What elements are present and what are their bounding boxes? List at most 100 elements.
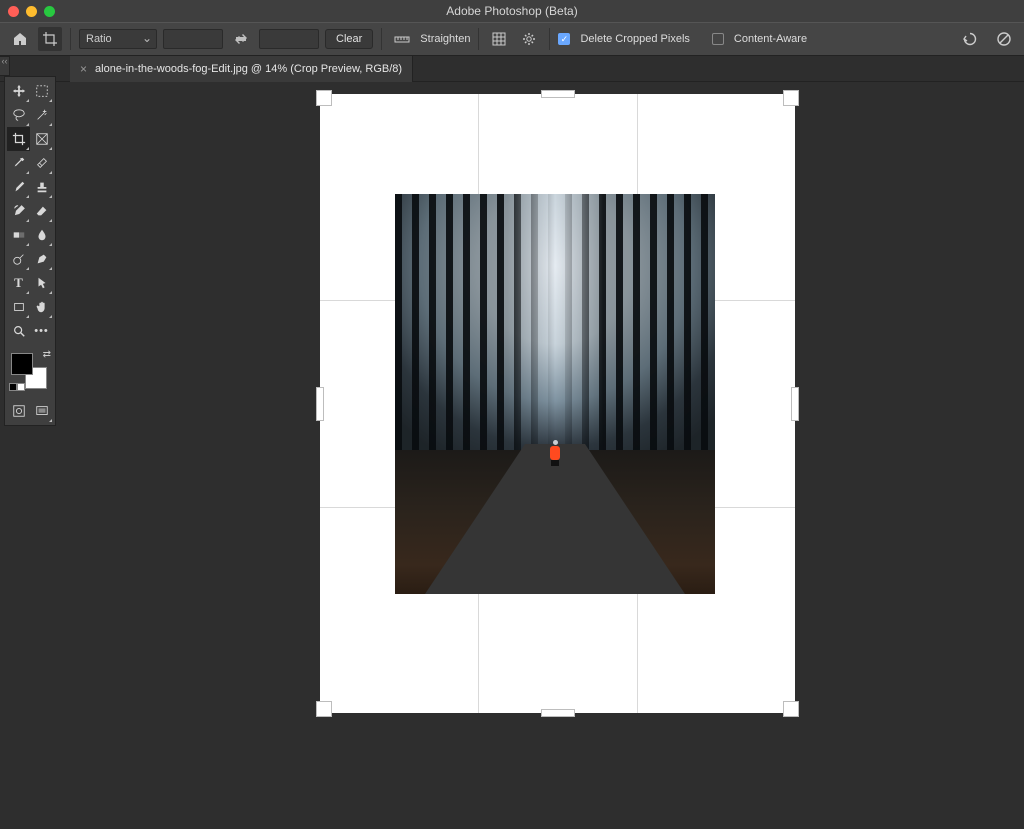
crop-handle-left[interactable] [316,387,324,421]
move-tool[interactable] [7,79,30,103]
cancel-icon [996,31,1012,47]
photo-road [425,444,685,594]
type-icon: T [14,275,23,291]
rectangle-icon [12,300,26,314]
minimize-window-button[interactable] [26,6,37,17]
drop-icon [35,228,49,242]
reset-crop-button[interactable] [958,27,982,51]
lasso-tool[interactable] [7,103,30,127]
ratio-preset-label: Ratio [86,33,112,45]
crop-handle-top-left[interactable] [316,90,332,106]
crop-handle-top-right[interactable] [783,90,799,106]
blur-tool[interactable] [30,223,53,247]
content-aware-label: Content-Aware [734,33,807,45]
healing-tool[interactable] [30,151,53,175]
collapsed-panel-toggle[interactable]: ‹‹ [0,56,10,76]
move-icon [12,84,26,98]
home-icon [12,31,28,47]
content-aware-checkbox[interactable] [712,33,724,45]
swap-dimensions-button[interactable] [229,27,253,51]
document-tab[interactable]: × alone-in-the-woods-fog-Edit.jpg @ 14% … [70,56,413,82]
document-image [395,194,715,594]
zoom-window-button[interactable] [44,6,55,17]
document-tab-label: alone-in-the-woods-fog-Edit.jpg @ 14% (C… [95,63,402,75]
crop-handle-bottom-right[interactable] [783,701,799,717]
grid-icon [492,32,506,46]
crop-icon [42,31,58,47]
photo-trees [555,194,715,450]
crop-handle-bottom[interactable] [541,709,575,717]
gradient-icon [12,228,26,242]
wand-icon [35,108,49,122]
swap-icon [234,32,248,46]
tool-indicator[interactable] [38,27,62,51]
toolbox: T ••• ⇄ [4,76,56,426]
marquee-tool[interactable] [30,79,53,103]
foreground-color[interactable] [11,353,33,375]
shape-tool[interactable] [7,295,30,319]
lasso-icon [12,108,26,122]
title-bar: Adobe Photoshop (Beta) [0,0,1024,22]
path-select-tool[interactable] [30,271,53,295]
dodge-tool[interactable] [7,247,30,271]
photo-person [549,440,561,462]
magnifier-icon [12,324,26,338]
window-controls [8,6,55,17]
clear-button[interactable]: Clear [325,29,373,49]
straighten-button[interactable] [390,27,414,51]
screen-icon [35,404,49,418]
document-tab-bar: × alone-in-the-woods-fog-Edit.jpg @ 14% … [0,56,1024,82]
history-brush-tool[interactable] [7,199,30,223]
zoom-tool[interactable] [7,319,30,343]
screen-mode-button[interactable] [30,399,53,423]
hand-icon [35,300,49,314]
crop-height-input[interactable] [259,29,319,49]
ruler-icon [394,31,410,47]
gear-icon [522,32,536,46]
dodge-icon [12,252,26,266]
default-colors-button[interactable] [9,383,25,391]
crop-tool[interactable] [7,127,30,151]
eraser-tool[interactable] [30,199,53,223]
frame-tool[interactable] [30,127,53,151]
type-tool[interactable]: T [7,271,30,295]
crop-handle-bottom-left[interactable] [316,701,332,717]
color-swatches: ⇄ [7,349,55,391]
ratio-preset-dropdown[interactable]: Ratio [79,29,157,49]
delete-cropped-checkbox[interactable] [558,33,570,45]
close-window-button[interactable] [8,6,19,17]
home-button[interactable] [8,27,32,51]
edit-toolbar-button[interactable]: ••• [30,319,53,343]
quick-select-tool[interactable] [30,103,53,127]
crop-handle-right[interactable] [791,387,799,421]
ellipsis-icon: ••• [34,325,49,337]
mask-icon [12,404,26,418]
app-title: Adobe Photoshop (Beta) [446,4,577,18]
bandage-icon [35,156,49,170]
stamp-icon [35,180,49,194]
pen-tool[interactable] [30,247,53,271]
quick-mask-button[interactable] [7,399,30,423]
brush-tool[interactable] [7,175,30,199]
stamp-tool[interactable] [30,175,53,199]
swap-colors-button[interactable]: ⇄ [43,349,51,360]
eyedropper-icon [12,156,26,170]
eraser-icon [35,204,49,218]
hand-tool[interactable] [30,295,53,319]
close-tab-button[interactable]: × [80,62,87,76]
history-brush-icon [12,204,26,218]
crop-settings-button[interactable] [517,27,541,51]
cancel-crop-button[interactable] [992,27,1016,51]
delete-cropped-label: Delete Cropped Pixels [580,33,689,45]
crop-tool-icon [12,132,26,146]
options-bar: Ratio Clear Straighten Delete Cropped Pi… [0,22,1024,56]
crop-width-input[interactable] [163,29,223,49]
crop-handle-top[interactable] [541,90,575,98]
eyedropper-tool[interactable] [7,151,30,175]
overlay-options-button[interactable] [487,27,511,51]
frame-icon [35,132,49,146]
straighten-label: Straighten [420,33,470,45]
pen-icon [35,252,49,266]
undo-icon [962,31,978,47]
gradient-tool[interactable] [7,223,30,247]
